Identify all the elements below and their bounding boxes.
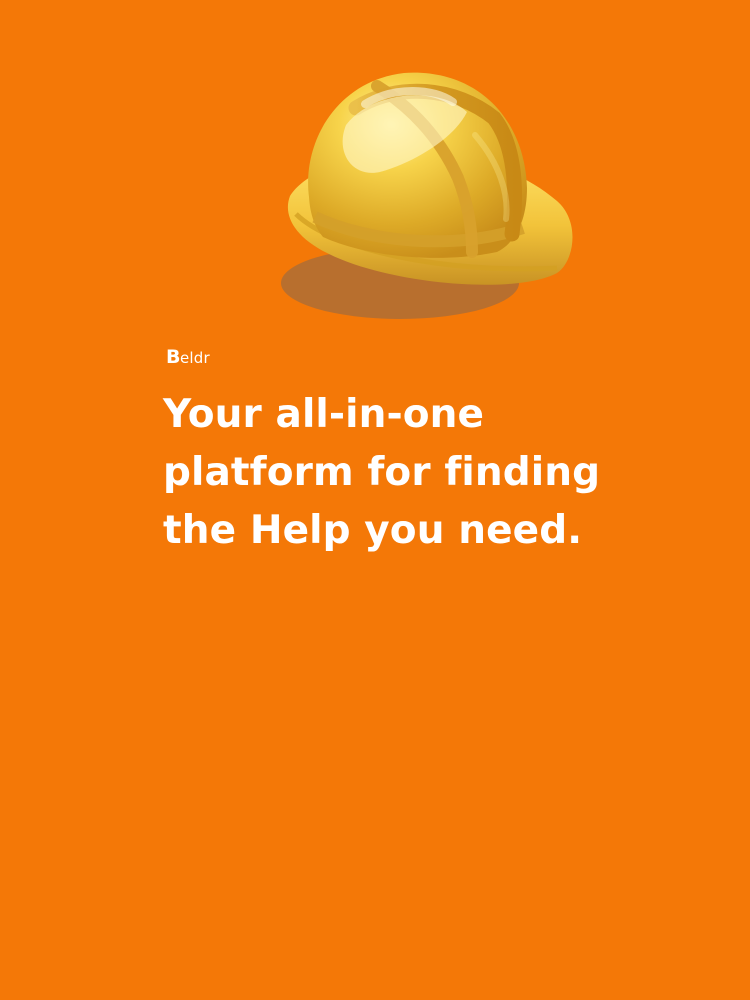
hard-hat-icon bbox=[270, 60, 590, 330]
brand-name-rest: eldr bbox=[179, 349, 210, 367]
hero-panel: Beldr Your all-in-one platform for findi… bbox=[0, 0, 750, 1000]
headline-line-3: the Help you need. bbox=[163, 508, 583, 553]
brand-logo: Beldr bbox=[166, 346, 210, 369]
headline-line-1: Your all-in-one bbox=[163, 392, 485, 437]
page-headline: Your all-in-one platform for finding the… bbox=[163, 386, 633, 560]
headline-line-2: platform for finding bbox=[163, 450, 601, 495]
brand-initial: B bbox=[166, 346, 180, 368]
